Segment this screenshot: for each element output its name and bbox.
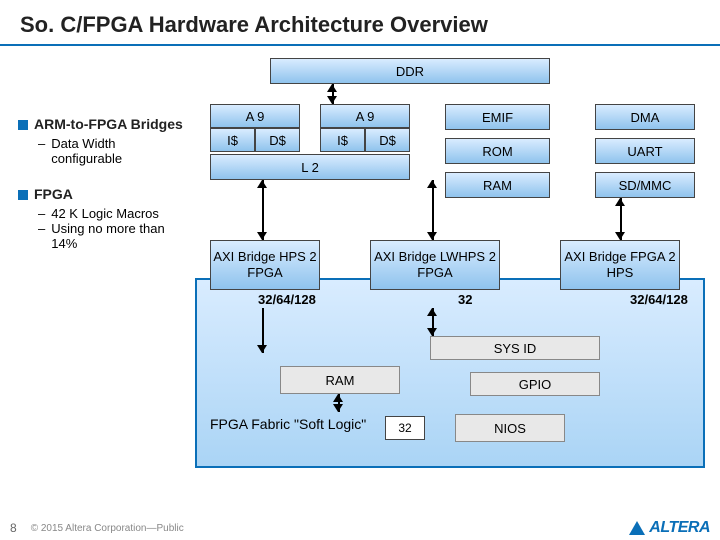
block-sdmmc: SD/MMC (595, 172, 695, 198)
arrow-up-icon (615, 198, 625, 206)
label-bw3: 32/64/128 (630, 292, 688, 307)
logo-triangle-icon (629, 521, 645, 535)
arrow-down-icon (257, 345, 267, 353)
bullet-icon (18, 120, 28, 130)
slide-footer: 8 © 2015 Altera Corporation—Public ALTER… (0, 516, 720, 540)
fabric-text: FPGA Fabric "Soft Logic" (210, 416, 366, 432)
block-ram-fpga: RAM (280, 366, 400, 394)
arrow-down-icon (257, 232, 267, 240)
bullet-fpga: FPGA (18, 186, 183, 202)
block-emif: EMIF (445, 104, 550, 130)
block-dcache-2: D$ (365, 128, 410, 152)
page-number: 8 (10, 521, 17, 535)
arrow-down-icon (333, 404, 343, 412)
arrow-up-icon (427, 308, 437, 316)
brand-logo: ALTERA (629, 519, 710, 537)
arrow-up-icon (427, 180, 437, 188)
block-icache-2: I$ (320, 128, 365, 152)
arrow-down-icon (327, 96, 337, 104)
block-a9-1: A 9 (210, 104, 300, 128)
block-dcache-1: D$ (255, 128, 300, 152)
label-bw1: 32/64/128 (258, 292, 316, 307)
sub-label: Using no more than 14% (51, 221, 183, 251)
bullet-list: ARM-to-FPGA Bridges –Data Width configur… (18, 116, 183, 251)
block-sysid: SYS ID (430, 336, 600, 360)
block-uart: UART (595, 138, 695, 164)
label-bw2: 32 (458, 292, 472, 307)
block-rom: ROM (445, 138, 550, 164)
block-axi-lwhps2fpga: AXI Bridge LWHPS 2 FPGA (370, 240, 500, 290)
bullet-label: ARM-to-FPGA Bridges (34, 116, 183, 132)
arrow-up-icon (257, 180, 267, 188)
brand-text: ALTERA (649, 519, 710, 537)
block-axi-fpga2hps: AXI Bridge FPGA 2 HPS (560, 240, 680, 290)
sub-label: Data Width configurable (51, 136, 183, 166)
block-axi-hps2fpga: AXI Bridge HPS 2 FPGA (210, 240, 320, 290)
label-fabric: FPGA Fabric "Soft Logic" (210, 416, 366, 433)
block-ddr: DDR (270, 58, 550, 84)
sub-bullet: –Data Width configurable (38, 136, 183, 166)
block-gpio: GPIO (470, 372, 600, 396)
slide-title: So. C/FPGA Hardware Architecture Overvie… (0, 0, 720, 44)
bullet-bridges: ARM-to-FPGA Bridges (18, 116, 183, 132)
bullet-label: FPGA (34, 186, 73, 202)
sub-label: 42 K Logic Macros (51, 206, 159, 221)
block-dma: DMA (595, 104, 695, 130)
arrow-down-icon (427, 232, 437, 240)
block-ram-hps: RAM (445, 172, 550, 198)
sub-bullet: –42 K Logic Macros –Using no more than 1… (38, 206, 183, 251)
block-a9-2: A 9 (320, 104, 410, 128)
bullet-icon (18, 190, 28, 200)
arrow-up-icon (327, 84, 337, 92)
connector (262, 180, 264, 240)
diagram-area: ARM-to-FPGA Bridges –Data Width configur… (0, 46, 720, 506)
arrow-down-icon (615, 232, 625, 240)
block-nios: NIOS (455, 414, 565, 442)
arrow-up-icon (333, 394, 343, 402)
block-width32: 32 (385, 416, 425, 440)
block-icache-1: I$ (210, 128, 255, 152)
connector (432, 180, 434, 240)
arrow-down-icon (427, 328, 437, 336)
copyright: © 2015 Altera Corporation—Public (31, 523, 184, 534)
block-l2: L 2 (210, 154, 410, 180)
